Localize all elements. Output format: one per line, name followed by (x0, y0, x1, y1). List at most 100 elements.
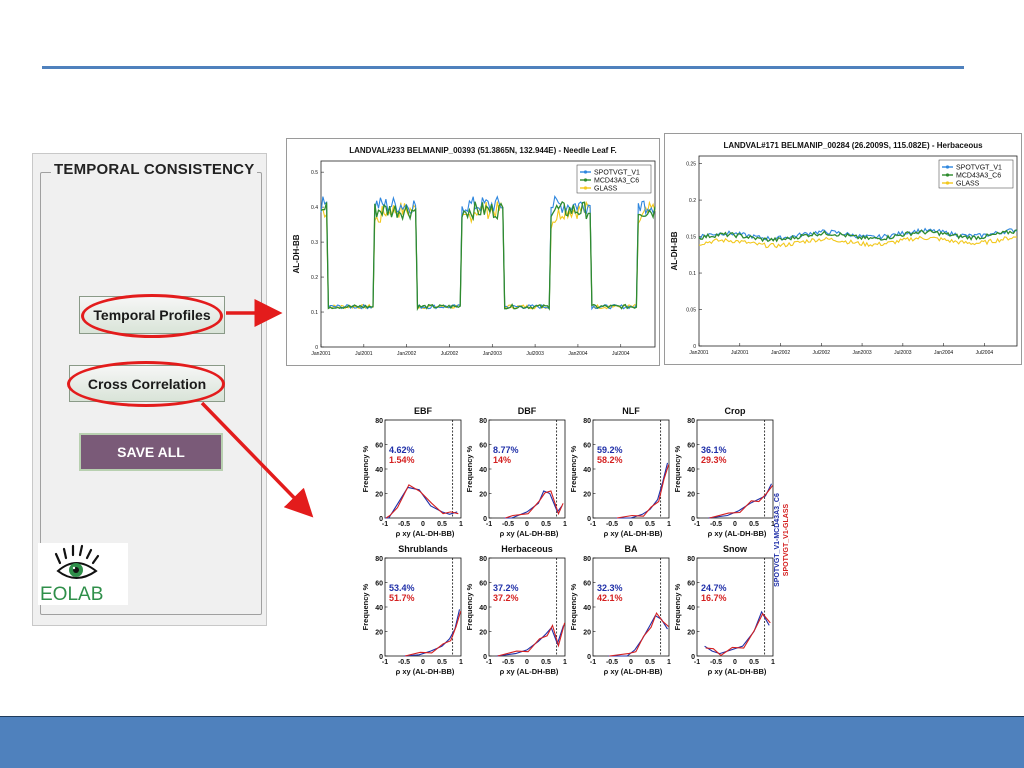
x-tick-label: 1 (459, 521, 463, 528)
x-tick-label: 0.5 (541, 659, 551, 666)
temporal-profiles-button[interactable]: Temporal Profiles (79, 296, 225, 334)
histogram-title: Shrublands (398, 544, 448, 554)
x-tick-label: -0.5 (606, 521, 618, 528)
y-tick-label: 20 (583, 630, 591, 637)
x-tick-label: Jan2004 (568, 351, 587, 357)
y-tick-label: 80 (583, 556, 591, 563)
temporal-profile-figure-2: LANDVAL#171 BELMANIP_00284 (26.2009S, 11… (664, 133, 1022, 365)
legend-label: MCD43A3_C6 (594, 178, 639, 185)
y-axis-label: AL-DH-BB (670, 231, 679, 270)
histogram-title: Snow (723, 544, 748, 554)
blue-percentage: 32.3% (597, 583, 623, 593)
blue-percentage: 37.2% (493, 583, 519, 593)
legend-marker (945, 165, 950, 169)
y-axis-label: Frequency % (361, 583, 370, 630)
x-tick-label: -1 (590, 659, 596, 666)
figure-title: LANDVAL#233 BELMANIP_00393 (51.3865N, 13… (349, 146, 617, 155)
x-tick-label: 0.5 (437, 659, 447, 666)
footer-bar (0, 716, 1024, 768)
x-tick-label: 0.5 (749, 659, 759, 666)
x-tick-label: Jul2004 (976, 350, 994, 356)
x-tick-label: -0.5 (398, 521, 410, 528)
red-percentage: 1.54% (389, 455, 415, 465)
temporal-profile-plot-1: LANDVAL#233 BELMANIP_00393 (51.3865N, 13… (292, 146, 656, 357)
y-axis-label: Frequency % (569, 583, 578, 630)
y-tick-label: 60 (479, 581, 487, 588)
temporal-profile-plot-2: LANDVAL#171 BELMANIP_00284 (26.2009S, 11… (670, 141, 1018, 356)
x-tick-label: 1 (563, 659, 567, 666)
y-axis-label: Frequency % (465, 445, 474, 492)
x-tick-label: -0.5 (606, 659, 618, 666)
y-axis-label: Frequency % (361, 445, 370, 492)
red-percentage: 42.1% (597, 593, 623, 603)
y-tick-label: 40 (375, 467, 383, 474)
legend-label: SPOTVGT_V1 (956, 165, 1002, 172)
y-tick-label: 40 (375, 605, 383, 612)
y-axis-label: Frequency % (569, 445, 578, 492)
y-tick-label: 60 (375, 581, 383, 588)
y-tick-label: 60 (687, 581, 695, 588)
y-tick-label: 60 (479, 443, 487, 450)
y-tick-label: 80 (479, 418, 487, 425)
x-axis-label: ρ xy (AL-DH-BB) (604, 529, 663, 538)
y-axis-label: Frequency % (673, 445, 682, 492)
histogram-title: Herbaceous (501, 544, 553, 554)
x-tick-label: -0.5 (502, 521, 514, 528)
x-tick-label: -0.5 (502, 659, 514, 666)
legend-marker (945, 173, 950, 177)
cross-correlation-button[interactable]: Cross Correlation (69, 365, 225, 402)
x-tick-label: Jan2001 (311, 351, 330, 357)
x-tick-label: 0 (733, 521, 737, 528)
histogram-title: NLF (622, 406, 640, 416)
x-tick-label: Jan2004 (934, 350, 953, 356)
legend-label: SPOTVGT_V1 (594, 170, 640, 177)
save-all-button[interactable]: SAVE ALL (79, 433, 223, 471)
y-tick-label: 60 (375, 443, 383, 450)
blue-percentage: 53.4% (389, 583, 415, 593)
x-tick-label: 0 (421, 521, 425, 528)
x-tick-label: 0.5 (645, 659, 655, 666)
y-tick-label: 20 (479, 630, 487, 637)
x-tick-label: -1 (486, 521, 492, 528)
header-rule (42, 66, 964, 69)
y-tick-label: 0.4 (311, 205, 318, 211)
y-tick-label: 40 (687, 605, 695, 612)
histogram-axes (592, 557, 670, 657)
histogram-axes (384, 419, 462, 519)
x-tick-label: Jul2003 (526, 351, 544, 357)
x-tick-label: 1 (563, 521, 567, 528)
logo-text: EOLAB (40, 584, 103, 605)
x-tick-label: Jul2001 (731, 350, 749, 356)
y-tick-label: 20 (583, 492, 591, 499)
y-tick-label: 80 (375, 556, 383, 563)
y-tick-label: 60 (583, 443, 591, 450)
x-axis-label: ρ xy (AL-DH-BB) (604, 667, 663, 676)
y-axis-label: Frequency % (673, 583, 682, 630)
x-tick-label: Jul2001 (355, 351, 373, 357)
x-axis-label: ρ xy (AL-DH-BB) (500, 667, 559, 676)
x-tick-label: -1 (382, 521, 388, 528)
histogram-title: EBF (414, 406, 433, 416)
x-axis-label: ρ xy (AL-DH-BB) (708, 529, 767, 538)
y-tick-label: 60 (687, 443, 695, 450)
x-tick-label: -1 (382, 659, 388, 666)
legend-marker (583, 170, 588, 174)
x-tick-label: Jan2002 (771, 350, 790, 356)
cross-correlation-histograms: EBF 0 20 40 60 80 -1 -0.5 0 0.5 1 ρ xy (AL-DH-BB) Fr… (361, 406, 790, 676)
x-tick-label: -1 (486, 659, 492, 666)
blue-percentage: 4.62% (389, 445, 415, 455)
histogram-title: DBF (518, 406, 537, 416)
red-percentage: 37.2% (493, 593, 519, 603)
x-tick-label: 0 (629, 659, 633, 666)
red-percentage: 16.7% (701, 593, 727, 603)
legend-label: MCD43A3_C6 (956, 173, 1001, 180)
x-tick-label: -1 (590, 521, 596, 528)
y-tick-label: 80 (687, 556, 695, 563)
x-tick-label: Jul2004 (612, 351, 630, 357)
y-tick-label: 0.2 (311, 275, 318, 281)
legend-marker (945, 181, 950, 185)
side-legend-mcd: SPOTVGT_V1-MCD43A3_C6 (774, 493, 781, 587)
y-tick-label: 80 (479, 556, 487, 563)
y-tick-label: 20 (479, 492, 487, 499)
y-tick-label: 40 (479, 467, 487, 474)
